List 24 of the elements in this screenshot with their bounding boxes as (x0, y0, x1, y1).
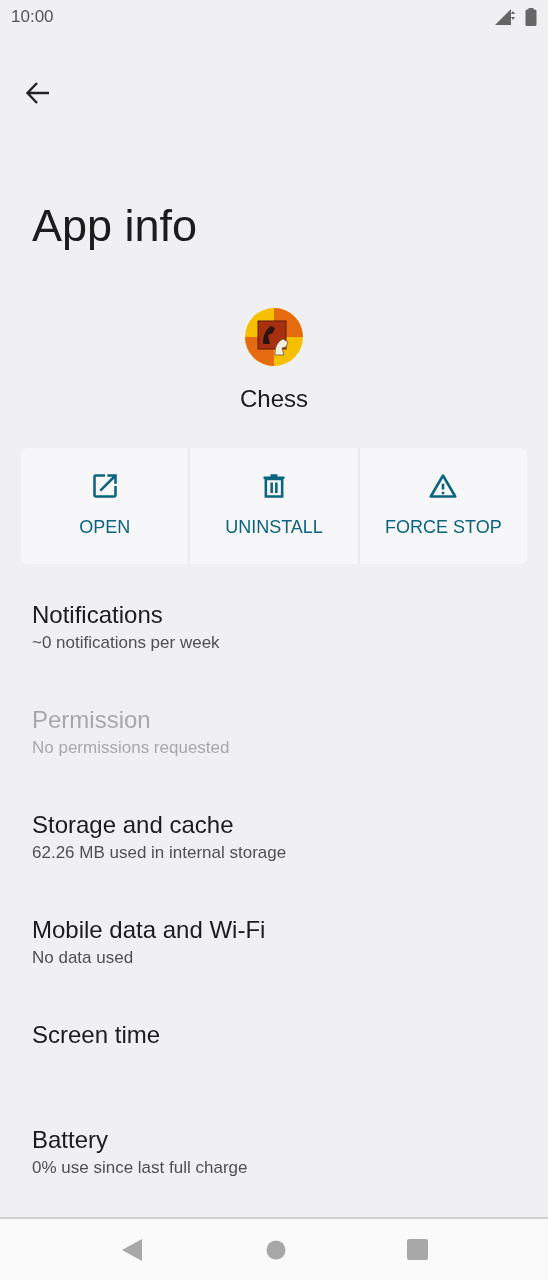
uninstall-button[interactable]: UNINSTALL (190, 448, 358, 564)
recents-nav-icon[interactable] (406, 1239, 428, 1260)
external-link-icon (90, 471, 119, 500)
setting-title[interactable]: Storage and cache (32, 810, 234, 840)
setting-title[interactable]: Screen time (32, 1020, 161, 1050)
status-time: 10:00 (11, 6, 54, 29)
setting-summary: No data used (32, 947, 134, 969)
page-title: App info (32, 199, 199, 253)
open-button[interactable]: OPEN (21, 448, 189, 564)
setting-summary: No permissions requested (32, 737, 230, 759)
setting-title[interactable]: Notifications (32, 600, 163, 630)
stop-button[interactable]: FORCE STOP (359, 448, 527, 564)
setting-title[interactable]: Battery (32, 1125, 109, 1155)
app-name: Chess (239, 384, 309, 414)
setting-summary: 62.26 MB used in internal storage (32, 842, 287, 864)
signal-icon (495, 8, 517, 26)
app-icon (245, 308, 303, 366)
setting-title[interactable]: Mobile data and Wi-Fi (32, 915, 266, 945)
setting-summary: ~0 notifications per week (32, 632, 220, 654)
warning-icon (429, 471, 458, 500)
setting-summary: 0% use since last full charge (32, 1157, 248, 1179)
home-nav-icon[interactable] (266, 1239, 287, 1260)
battery-icon (525, 8, 537, 26)
back-button[interactable] (25, 80, 51, 106)
